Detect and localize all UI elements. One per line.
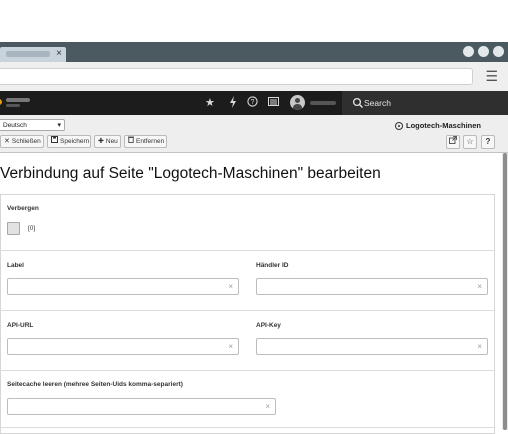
site-version-redacted xyxy=(6,104,20,107)
label-input[interactable]: × xyxy=(7,278,239,295)
list-icon[interactable] xyxy=(268,96,279,111)
star-outline-icon: ☆ xyxy=(466,137,474,146)
scrollbar-thumb[interactable] xyxy=(503,153,507,430)
cache-clear-input[interactable]: × xyxy=(7,398,276,415)
help-button[interactable]: ? xyxy=(481,135,495,149)
close-button-label: Schließen xyxy=(11,138,41,145)
bolt-icon[interactable] xyxy=(229,96,237,112)
clear-icon[interactable]: × xyxy=(265,401,270,413)
bookmark-button[interactable]: ☆ xyxy=(463,135,477,149)
section-divider xyxy=(0,250,495,251)
page-icon xyxy=(394,122,403,130)
username-redacted[interactable] xyxy=(310,101,336,105)
cache-clear-label: Seitecache leeren (mehree Seiten-Uids ko… xyxy=(7,381,183,388)
section-divider xyxy=(0,427,495,428)
url-input[interactable] xyxy=(0,68,473,85)
question-icon: ? xyxy=(485,137,491,146)
site-logo[interactable] xyxy=(0,97,32,107)
close-window-button[interactable] xyxy=(493,46,504,57)
section-divider xyxy=(0,310,495,311)
api-url-input[interactable]: × xyxy=(7,338,239,355)
browser-menu-icon[interactable]: ☰ xyxy=(485,67,498,85)
avatar-body xyxy=(293,104,302,110)
api-key-input[interactable]: × xyxy=(256,338,488,355)
browser-tab-title xyxy=(6,51,50,57)
dealer-id-input[interactable]: × xyxy=(256,278,488,295)
external-link-icon xyxy=(449,136,457,144)
api-key-label: API-Key xyxy=(256,322,281,329)
page-breadcrumb-title: Logotech-Maschinen xyxy=(405,121,481,130)
new-button[interactable]: ✚ Neu xyxy=(94,135,121,148)
help-icon[interactable]: ? xyxy=(247,96,258,111)
browser-tab-bar: × xyxy=(0,42,508,62)
dealer-id-label: Händler ID xyxy=(256,262,289,269)
delete-button[interactable]: Entfernen xyxy=(124,135,167,148)
save-icon xyxy=(51,135,58,148)
search-icon[interactable] xyxy=(352,97,364,109)
close-icon: ✕ xyxy=(4,138,10,145)
page-breadcrumb[interactable]: Logotech-Maschinen xyxy=(394,120,481,132)
clear-icon[interactable]: × xyxy=(477,281,482,293)
module-docheader: Deutsch ▾ ✕ Schließen Speichern ✚ Neu En… xyxy=(0,115,508,153)
language-select-value: Deutsch xyxy=(3,122,27,129)
label-field-label: Label xyxy=(7,262,24,269)
svg-text:?: ? xyxy=(251,99,255,106)
search-label[interactable]: Search xyxy=(364,97,391,109)
logo-mark-icon xyxy=(0,99,2,105)
language-select[interactable]: Deutsch ▾ xyxy=(0,119,65,131)
trash-icon xyxy=(128,135,134,148)
save-button[interactable]: Speichern xyxy=(47,135,91,148)
open-external-button[interactable] xyxy=(446,135,460,149)
avatar-head xyxy=(295,98,300,103)
clear-icon[interactable]: × xyxy=(477,341,482,353)
page-title: Verbindung auf Seite "Logotech-Maschinen… xyxy=(0,165,381,182)
close-button[interactable]: ✕ Schließen xyxy=(0,135,44,148)
new-button-label: Neu xyxy=(105,138,118,145)
backend-topbar: ★ ? xyxy=(0,91,508,115)
maximize-window-button[interactable] xyxy=(478,46,489,57)
delete-button-label: Entfernen xyxy=(136,138,165,145)
api-url-label: API-URL xyxy=(7,322,34,329)
hide-checkbox[interactable] xyxy=(7,222,20,235)
hide-label: Verbergen xyxy=(7,205,39,212)
browser-tab[interactable]: × xyxy=(0,47,66,62)
browser-address-bar: ☰ xyxy=(0,62,508,92)
window-controls xyxy=(463,46,504,57)
hide-value: [0] xyxy=(28,225,36,232)
plus-icon: ✚ xyxy=(98,138,104,145)
user-avatar-icon[interactable] xyxy=(290,95,305,110)
chevron-down-icon: ▾ xyxy=(57,122,61,129)
save-button-label: Speichern xyxy=(60,138,90,145)
close-tab-icon[interactable]: × xyxy=(56,48,62,60)
clear-icon[interactable]: × xyxy=(228,281,233,293)
site-name-redacted xyxy=(6,98,30,102)
clear-icon[interactable]: × xyxy=(228,341,233,353)
minimize-window-button[interactable] xyxy=(463,46,474,57)
section-divider xyxy=(0,370,495,371)
star-icon[interactable]: ★ xyxy=(205,96,215,110)
